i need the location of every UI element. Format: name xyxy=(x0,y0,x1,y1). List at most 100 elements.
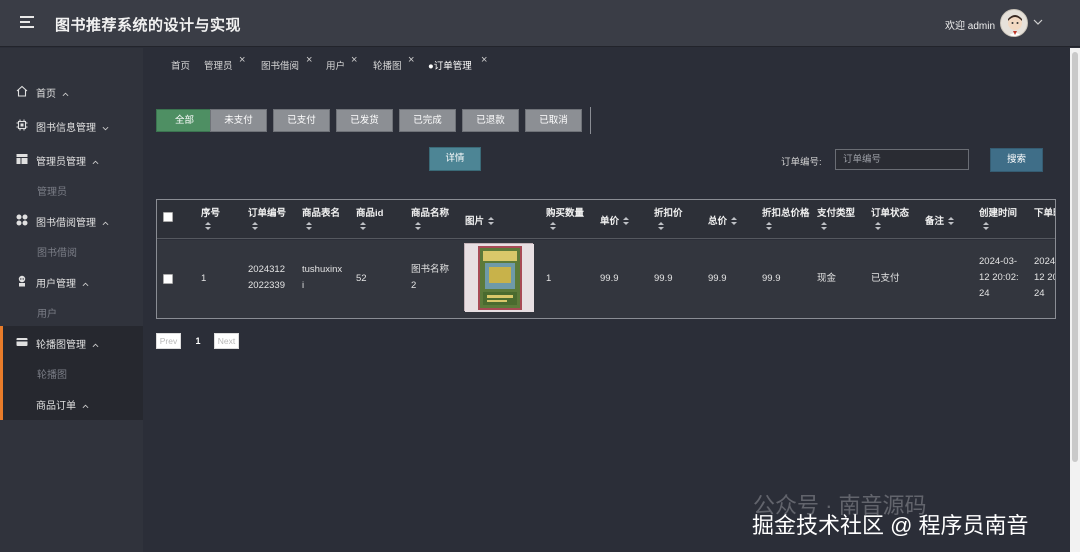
sidebar-item-label: 图书信息管理 xyxy=(36,123,96,134)
sidebar-item-label: 轮播图管理 xyxy=(36,340,86,351)
cell-goods-name-line1: 图书名称 xyxy=(411,264,450,275)
sort-icon[interactable] xyxy=(252,221,258,231)
tab-admin[interactable]: 管理员 × xyxy=(204,54,245,76)
filter-unpaid-button[interactable]: 未支付 xyxy=(210,109,267,132)
sort-icon[interactable] xyxy=(488,216,495,226)
tab-label: 用户 xyxy=(326,61,346,72)
filter-completed-button[interactable]: 已完成 xyxy=(399,109,456,132)
close-icon[interactable]: × xyxy=(306,54,312,66)
book-cover-image[interactable] xyxy=(464,243,534,312)
header-label: 商品表名 xyxy=(302,208,341,219)
cell-price: 99.9 xyxy=(600,273,619,284)
cell-index: 1 xyxy=(201,273,207,284)
select-all-checkbox[interactable] xyxy=(163,212,173,222)
cell-order-no-line2: 2022339 xyxy=(248,280,285,291)
menu-toggle-icon[interactable] xyxy=(20,16,34,28)
table-icon xyxy=(16,154,28,164)
orders-table: 序号 订单编号 商品表名 商品id 商品名称 图片 购买数量 单价 折扣价 总价… xyxy=(156,199,1056,319)
sidebar-sub-users[interactable]: 用户 xyxy=(37,305,57,320)
sort-icon[interactable] xyxy=(658,221,664,231)
sort-icon[interactable] xyxy=(205,221,211,231)
sidebar-item-orders[interactable]: 商品订单 xyxy=(0,388,143,418)
avatar[interactable] xyxy=(1000,9,1028,37)
cell-pay-type: 现金 xyxy=(817,273,837,284)
status-filter-group: 全部 未支付 已支付 已发货 已完成 已退款 已取消 xyxy=(155,107,591,134)
search-label: 订单编号: xyxy=(781,157,822,168)
cell-goods-name-line2: 2 xyxy=(411,280,417,291)
scrollbar-thumb[interactable] xyxy=(1072,52,1078,462)
watermark-juejin: 掘金技术社区 @ 程序员南音 xyxy=(752,513,1029,538)
sort-icon[interactable] xyxy=(821,221,827,231)
sidebar-item-borrow[interactable]: 图书借阅管理 xyxy=(0,205,143,235)
filter-all-button[interactable]: 全部 xyxy=(156,109,213,132)
sort-icon[interactable] xyxy=(875,221,881,231)
chevron-up-icon xyxy=(92,160,99,164)
sidebar-item-home[interactable]: 首页 xyxy=(0,76,143,106)
tab-carousel[interactable]: 轮播图 × xyxy=(373,54,414,76)
sort-icon[interactable] xyxy=(766,221,772,231)
cell-table-name-line1: tushuxinx xyxy=(302,264,343,275)
search-button[interactable]: 搜索 xyxy=(990,148,1043,172)
filter-refunded-button[interactable]: 已退款 xyxy=(462,109,519,132)
tab-borrow[interactable]: 图书借阅 × xyxy=(261,54,312,76)
app-title: 图书推荐系统的设计与实现 xyxy=(55,17,242,34)
chevron-down-icon[interactable] xyxy=(1033,17,1043,27)
tab-label: 图书借阅 xyxy=(261,61,300,72)
sidebar-item-book-info[interactable]: 图书信息管理 xyxy=(0,110,143,140)
table-header: 序号 订单编号 商品表名 商品id 商品名称 图片 购买数量 单价 折扣价 总价… xyxy=(157,200,1055,239)
close-icon[interactable]: × xyxy=(239,54,245,66)
sidebar-item-admin[interactable]: 管理员管理 xyxy=(0,144,143,174)
row-checkbox[interactable] xyxy=(163,274,173,284)
sidebar-item-label: 用户管理 xyxy=(36,279,76,290)
sort-icon[interactable] xyxy=(360,221,366,231)
grid-icon xyxy=(16,214,28,226)
cell-ordered-line1: 2024- xyxy=(1034,256,1056,267)
chevron-down-icon xyxy=(102,126,109,131)
cell-goods-id: 52 xyxy=(356,273,367,284)
header-label: 商品名称 xyxy=(411,208,450,219)
sidebar-sub-carousel[interactable]: 轮播图 xyxy=(37,366,67,381)
user-icon xyxy=(18,275,26,287)
pagination-prev-button[interactable]: Prev xyxy=(156,333,181,349)
sort-icon[interactable] xyxy=(623,216,630,226)
filter-shipped-button[interactable]: 已发货 xyxy=(336,109,393,132)
header-label: 单价 xyxy=(600,216,620,227)
sidebar-item-label: 首页 xyxy=(36,89,56,100)
close-icon[interactable]: × xyxy=(481,54,487,66)
sort-icon[interactable] xyxy=(415,221,421,231)
pagination-page-1[interactable]: 1 xyxy=(188,333,208,349)
wallet-icon xyxy=(16,338,28,346)
chip-icon xyxy=(16,119,28,131)
sidebar-sub-admin[interactable]: 管理员 xyxy=(37,183,67,198)
sidebar-item-carousel[interactable]: 轮播图管理 xyxy=(0,327,143,357)
header-label: 支付类型 xyxy=(817,208,856,219)
sort-icon[interactable] xyxy=(731,216,738,226)
order-no-search-input[interactable] xyxy=(835,149,969,170)
tab-orders[interactable]: ●订单管理 × xyxy=(428,54,487,76)
sort-icon[interactable] xyxy=(948,216,955,226)
header-label: 序号 xyxy=(201,208,221,219)
close-icon[interactable]: × xyxy=(408,54,414,66)
sort-icon[interactable] xyxy=(550,221,556,231)
filter-paid-button[interactable]: 已支付 xyxy=(273,109,330,132)
cell-created-line2: 12 20:02: xyxy=(979,272,1019,283)
close-icon[interactable]: × xyxy=(351,54,357,66)
tab-label: 轮播图 xyxy=(373,61,402,72)
filter-cancelled-button[interactable]: 已取消 xyxy=(525,109,582,132)
cell-discount-total: 99.9 xyxy=(762,273,781,284)
tab-label: 首页 xyxy=(171,61,191,72)
sidebar-item-users[interactable]: 用户管理 xyxy=(0,266,143,296)
pagination-next-button[interactable]: Next xyxy=(214,333,239,349)
tab-home[interactable]: 首页 xyxy=(171,58,190,76)
sort-icon[interactable] xyxy=(983,221,989,231)
sort-icon[interactable] xyxy=(306,221,312,231)
chevron-up-icon xyxy=(102,221,109,225)
tab-users[interactable]: 用户 × xyxy=(326,54,357,76)
cell-created-line3: 24 xyxy=(979,288,990,299)
home-icon xyxy=(16,85,28,97)
cell-created-line1: 2024-03- xyxy=(979,256,1018,267)
detail-button[interactable]: 详情 xyxy=(429,147,481,171)
header-label: 订单编号 xyxy=(248,208,287,219)
table-row[interactable]: 1 2024312 2022339 tushuxinx i 52 图书名称 2 … xyxy=(157,240,1056,318)
sidebar-sub-borrow[interactable]: 图书借阅 xyxy=(37,244,77,259)
